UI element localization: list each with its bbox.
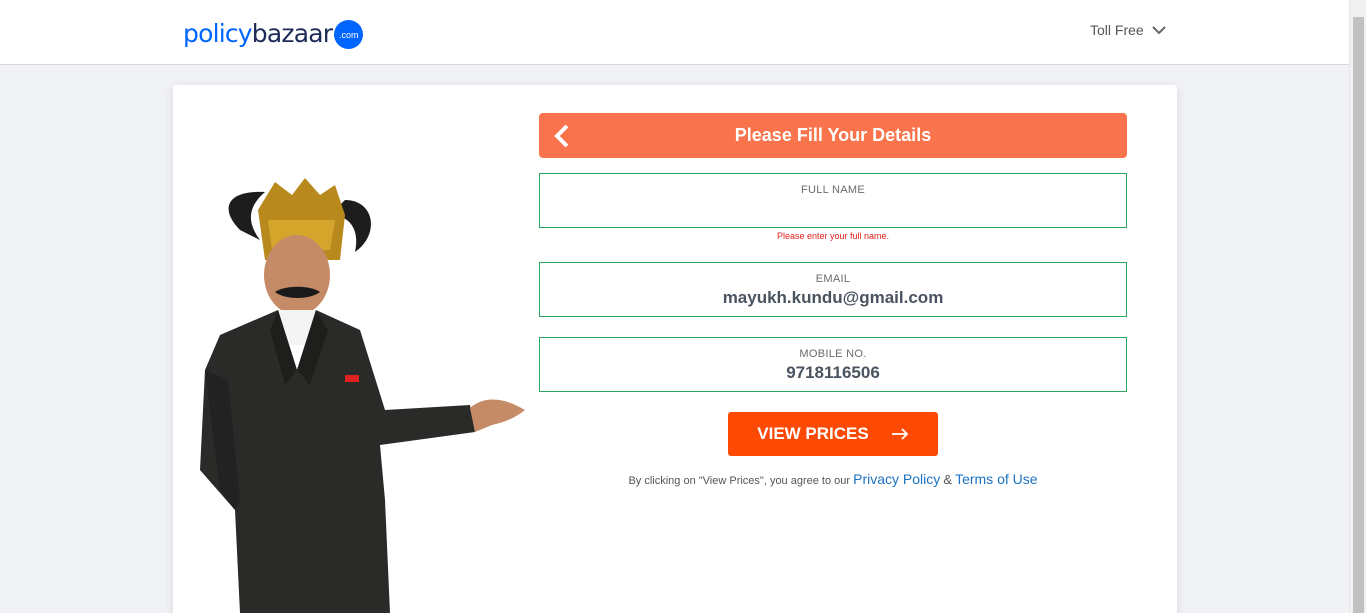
terms-of-use-link[interactable]: Terms of Use bbox=[955, 471, 1037, 487]
mobile-field[interactable]: MOBILE NO. bbox=[539, 337, 1127, 392]
site-header: policybazaar .com Toll Free bbox=[0, 0, 1349, 65]
logo-wordmark: policybazaar bbox=[183, 18, 333, 48]
privacy-policy-link[interactable]: Privacy Policy bbox=[853, 471, 940, 487]
toll-free-dropdown[interactable]: Toll Free bbox=[1090, 22, 1166, 38]
logo-bazaar-text: bazaar bbox=[251, 18, 333, 48]
mobile-input[interactable] bbox=[540, 360, 1126, 386]
policybazaar-logo[interactable]: policybazaar .com bbox=[183, 18, 364, 49]
terms-notice: By clicking on "View Prices", you agree … bbox=[539, 471, 1127, 487]
full-name-field[interactable]: FULL NAME bbox=[539, 173, 1127, 228]
view-prices-label: VIEW PRICES bbox=[757, 424, 869, 443]
scrollbar-thumb[interactable] bbox=[1353, 17, 1364, 613]
brand-ambassador-image bbox=[180, 170, 540, 613]
toll-free-label: Toll Free bbox=[1090, 22, 1144, 38]
email-label: EMAIL bbox=[815, 273, 851, 285]
terms-prefix: By clicking on "View Prices", you agree … bbox=[628, 475, 851, 487]
view-prices-button[interactable]: VIEW PRICES bbox=[728, 412, 938, 456]
chevron-down-icon bbox=[1151, 22, 1166, 38]
full-name-error: Please enter your full name. bbox=[776, 231, 890, 241]
full-name-input[interactable] bbox=[540, 196, 1126, 222]
form-title: Please Fill Your Details bbox=[734, 125, 932, 145]
email-input[interactable] bbox=[540, 285, 1126, 311]
mobile-label: MOBILE NO. bbox=[799, 348, 867, 360]
full-name-label: FULL NAME bbox=[800, 184, 866, 196]
form-header: Please Fill Your Details bbox=[539, 113, 1127, 158]
vertical-scrollbar[interactable] bbox=[1349, 0, 1366, 613]
terms-ampersand: & bbox=[943, 472, 952, 487]
arrow-right-icon bbox=[891, 428, 909, 440]
email-field[interactable]: EMAIL bbox=[539, 262, 1127, 317]
logo-policy-text: policy bbox=[183, 18, 253, 48]
logo-com-badge: .com bbox=[334, 20, 364, 49]
